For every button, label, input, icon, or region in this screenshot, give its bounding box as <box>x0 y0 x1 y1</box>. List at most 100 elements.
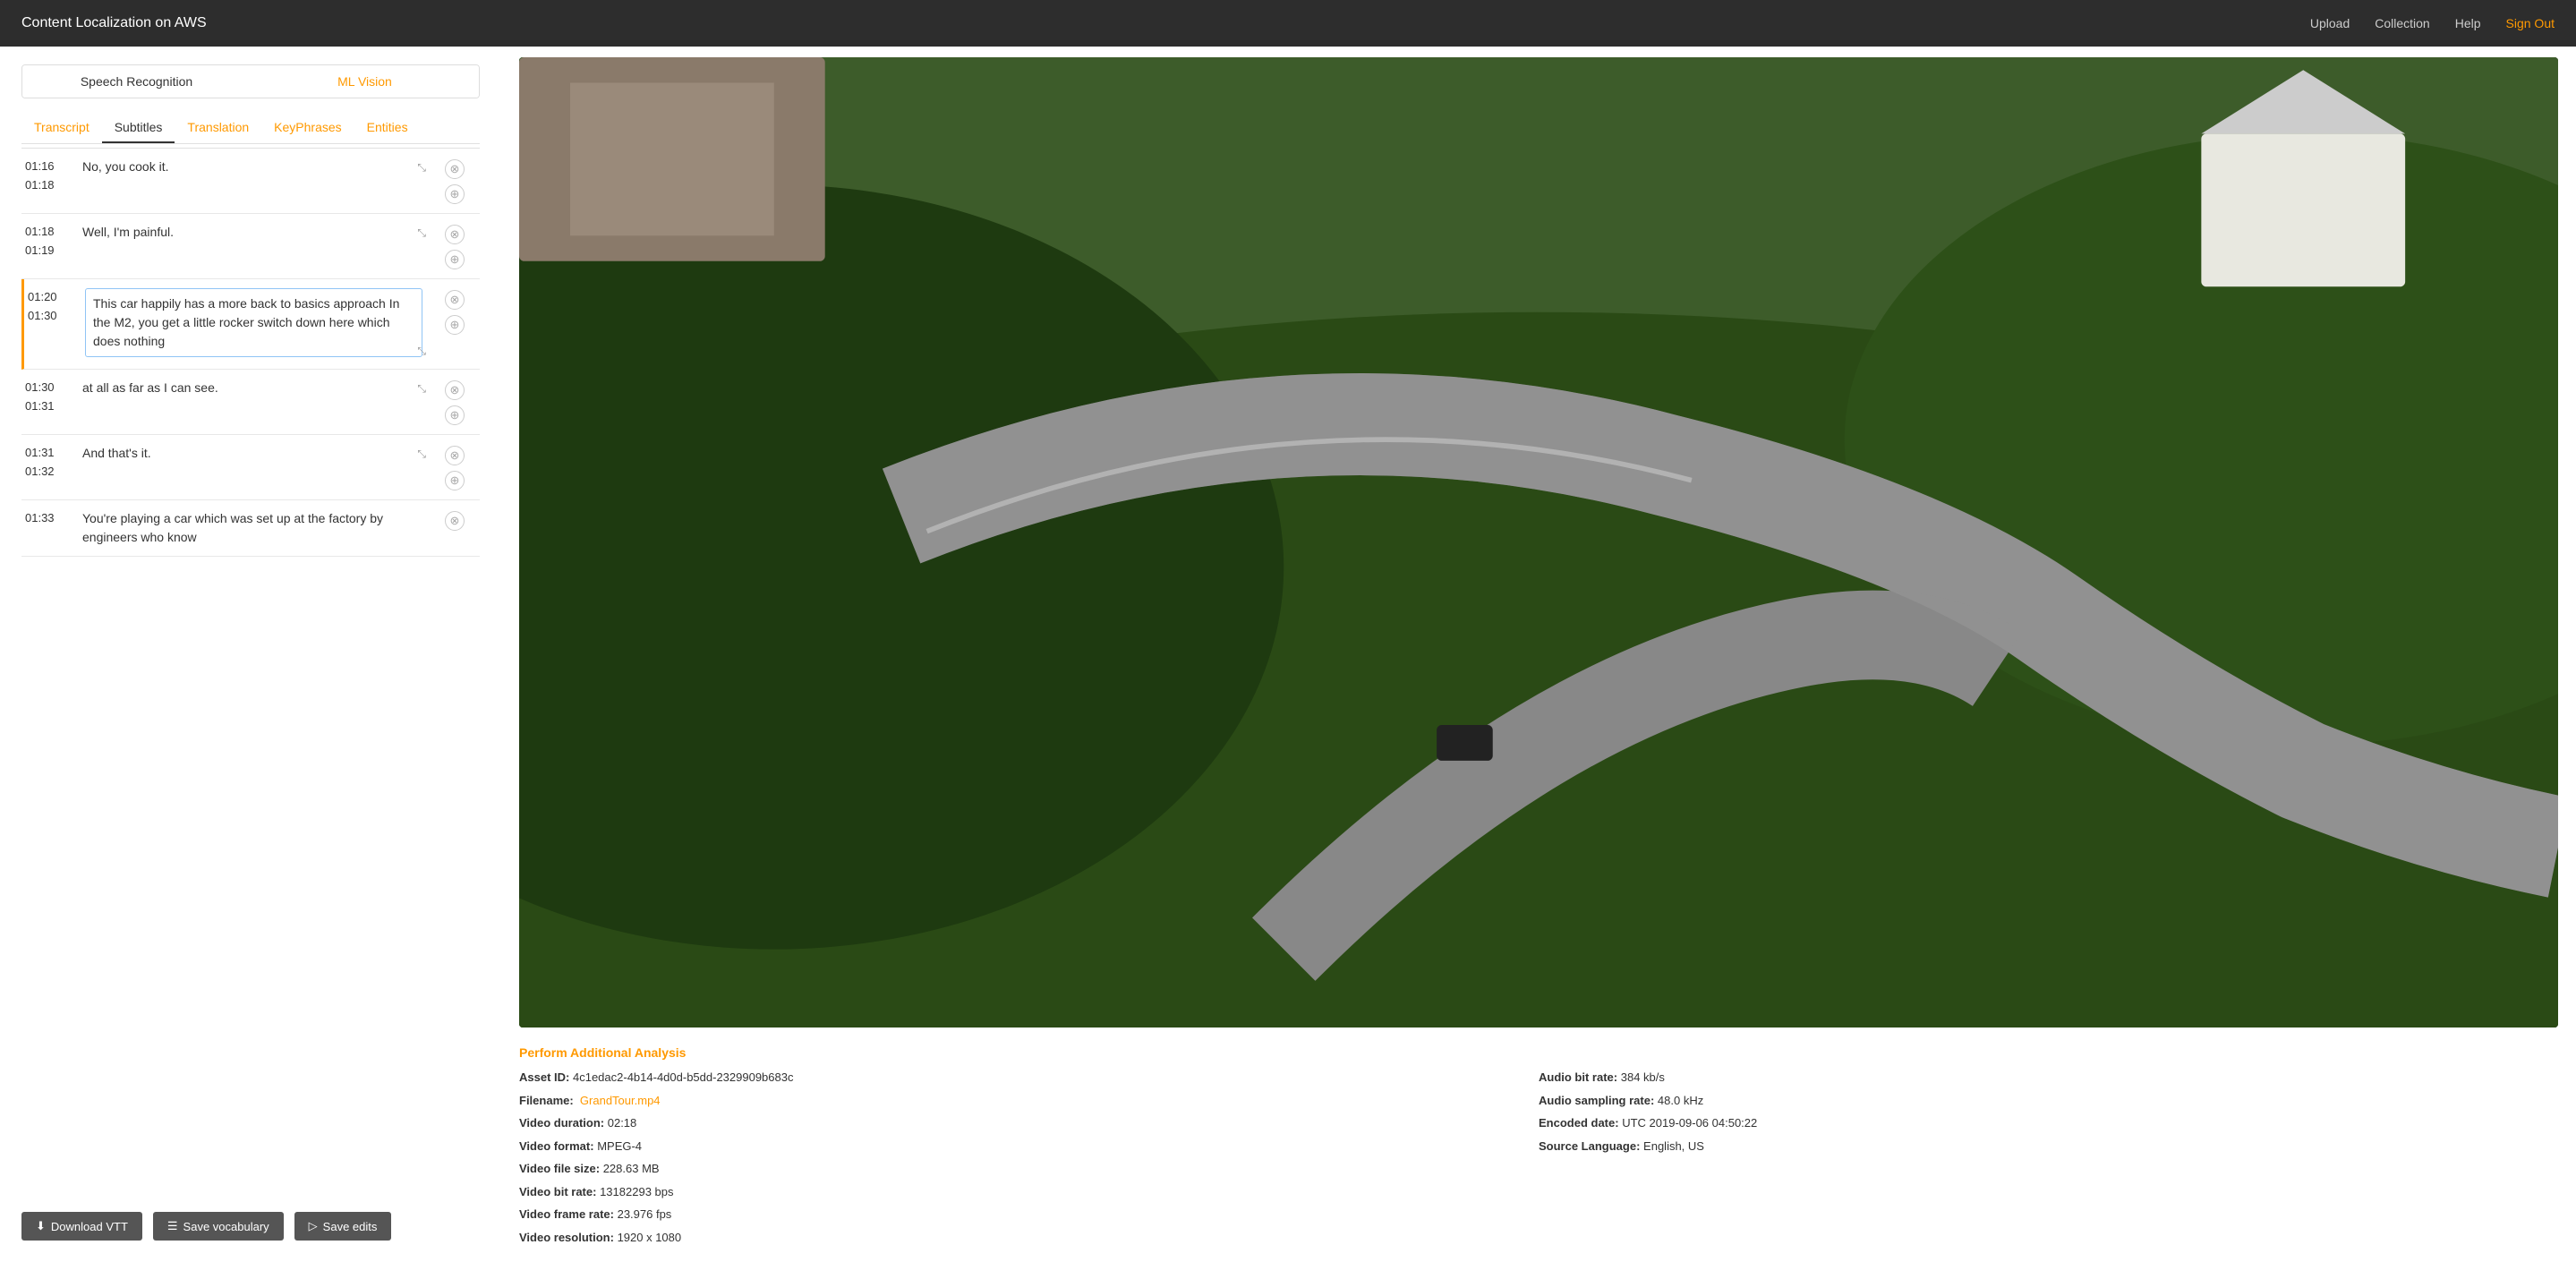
table-row: 01:30 01:31 at all as far as I can see. … <box>21 370 480 435</box>
video-duration-item: Video duration: 02:18 <box>519 1114 1539 1132</box>
tab-transcript[interactable]: Transcript <box>21 113 102 143</box>
subtitle-text-col: And that's it. ⤡ <box>75 444 430 463</box>
save-vocabulary-button[interactable]: ☰ Save vocabulary <box>153 1212 284 1241</box>
video-file-size-item: Video file size: 228.63 MB <box>519 1160 1539 1178</box>
video-container: This car happily has a more back to basi… <box>519 57 2558 1028</box>
audio-sampling-rate-label: Audio sampling rate: <box>1539 1094 1654 1107</box>
table-row: 01:20 01:30 This car happily has a more … <box>21 279 480 370</box>
subtitle-text: You're playing a car which was set up at… <box>82 509 422 547</box>
resize-handle[interactable]: ⤡ <box>417 448 426 461</box>
encoded-date-value: UTC 2019-09-06 04:50:22 <box>1622 1116 1757 1130</box>
subtitle-text: And that's it. <box>82 444 422 463</box>
resize-handle[interactable]: ⤡ <box>417 161 426 175</box>
action-col: ⊗ ⊕ <box>430 444 480 490</box>
action-col: ⊗ ⊕ <box>430 158 480 204</box>
upload-link[interactable]: Upload <box>2310 16 2350 30</box>
remove-icon[interactable]: ⊗ <box>445 380 465 400</box>
video-duration-label: Video duration: <box>519 1116 604 1130</box>
video-frame-rate-label: Video frame rate: <box>519 1207 614 1221</box>
video-bit-rate-value: 13182293 bps <box>600 1185 673 1198</box>
subtitle-text-col: at all as far as I can see. ⤡ <box>75 379 430 397</box>
resize-handle[interactable]: ⤡ <box>417 382 426 396</box>
collection-link[interactable]: Collection <box>2375 16 2429 30</box>
encoded-date-label: Encoded date: <box>1539 1116 1619 1130</box>
remove-icon[interactable]: ⊗ <box>445 225 465 244</box>
asset-id-label: Asset ID: <box>519 1070 569 1084</box>
filename-item: Filename: GrandTour.mp4 <box>519 1092 1539 1110</box>
add-icon[interactable]: ⊕ <box>445 315 465 335</box>
subtitle-text-col: Well, I'm painful. ⤡ <box>75 223 430 242</box>
time-range: 01:31 01:32 <box>21 444 75 482</box>
tab-entities[interactable]: Entities <box>354 113 421 143</box>
remove-icon[interactable]: ⊗ <box>445 511 465 531</box>
tab-speech-recognition[interactable]: Speech Recognition <box>22 65 251 98</box>
action-col: ⊗ ⊕ <box>430 288 480 335</box>
metadata-grid: Asset ID: 4c1edac2-4b14-4d0d-b5dd-232990… <box>519 1069 2558 1251</box>
source-language-item: Source Language: English, US <box>1539 1138 2558 1155</box>
header-nav: Upload Collection Help Sign Out <box>2310 16 2555 30</box>
source-language-label: Source Language: <box>1539 1139 1640 1153</box>
resize-handle[interactable]: ⤡ <box>417 345 426 358</box>
main-layout: Speech Recognition ML Vision Transcript … <box>0 47 2576 1262</box>
add-icon[interactable]: ⊕ <box>445 184 465 204</box>
video-file-size-value: 228.63 MB <box>603 1162 660 1175</box>
action-col: ⊗ <box>430 509 480 531</box>
audio-bit-rate-value: 384 kb/s <box>1621 1070 1665 1084</box>
meta-right: Audio bit rate: 384 kb/s Audio sampling … <box>1539 1069 2558 1251</box>
video-format-item: Video format: MPEG-4 <box>519 1138 1539 1155</box>
add-icon[interactable]: ⊕ <box>445 405 465 425</box>
add-icon[interactable]: ⊕ <box>445 471 465 490</box>
subtitle-text: at all as far as I can see. <box>82 379 422 397</box>
video-bit-rate-item: Video bit rate: 13182293 bps <box>519 1183 1539 1201</box>
video-resolution-item: Video resolution: 1920 x 1080 <box>519 1229 1539 1247</box>
save-edits-button[interactable]: ▷ Save edits <box>294 1212 392 1241</box>
subtitle-text-col: This car happily has a more back to basi… <box>78 288 430 360</box>
filename-link[interactable]: GrandTour.mp4 <box>580 1094 661 1107</box>
sub-tabs: Transcript Subtitles Translation KeyPhra… <box>21 113 480 144</box>
subtitle-list: 01:16 01:18 No, you cook it. ⤡ ⊗ ⊕ 01:18… <box>21 148 480 1198</box>
audio-bit-rate-label: Audio bit rate: <box>1539 1070 1617 1084</box>
action-col: ⊗ ⊕ <box>430 379 480 425</box>
video-frame-rate-item: Video frame rate: 23.976 fps <box>519 1206 1539 1224</box>
top-tabs: Speech Recognition ML Vision <box>21 64 480 98</box>
resize-handle[interactable]: ⤡ <box>417 226 426 240</box>
subtitle-text: Well, I'm painful. <box>82 223 422 242</box>
time-range: 01:16 01:18 <box>21 158 75 195</box>
right-panel: This car happily has a more back to basi… <box>501 47 2576 1262</box>
perform-analysis-link[interactable]: Perform Additional Analysis <box>519 1045 2558 1060</box>
remove-icon[interactable]: ⊗ <box>445 159 465 179</box>
time-range: 01:33 <box>21 509 75 528</box>
subtitle-textarea[interactable]: This car happily has a more back to basi… <box>85 288 422 357</box>
time-range: 01:30 01:31 <box>21 379 75 416</box>
tab-translation[interactable]: Translation <box>175 113 261 143</box>
time-range: 01:20 01:30 <box>24 288 78 326</box>
filename-label: Filename: <box>519 1094 574 1107</box>
app-title: Content Localization on AWS <box>21 15 207 31</box>
asset-id-item: Asset ID: 4c1edac2-4b14-4d0d-b5dd-232990… <box>519 1069 1539 1087</box>
header: Content Localization on AWS Upload Colle… <box>0 0 2576 47</box>
video-bit-rate-label: Video bit rate: <box>519 1185 596 1198</box>
video-resolution-value: 1920 x 1080 <box>618 1231 682 1244</box>
download-vtt-button[interactable]: ⬇ Download VTT <box>21 1212 142 1241</box>
subtitle-text-col: You're playing a car which was set up at… <box>75 509 430 547</box>
remove-icon[interactable]: ⊗ <box>445 290 465 310</box>
tab-ml-vision[interactable]: ML Vision <box>251 65 479 98</box>
audio-sampling-rate-item: Audio sampling rate: 48.0 kHz <box>1539 1092 2558 1110</box>
left-panel: Speech Recognition ML Vision Transcript … <box>0 47 501 1262</box>
vocabulary-icon: ☰ <box>167 1219 178 1233</box>
subtitle-text: No, you cook it. <box>82 158 422 176</box>
video-format-label: Video format: <box>519 1139 594 1153</box>
table-row: 01:33 You're playing a car which was set… <box>21 500 480 557</box>
download-icon: ⬇ <box>36 1219 46 1233</box>
subtitle-text-col: No, you cook it. ⤡ <box>75 158 430 176</box>
time-range: 01:18 01:19 <box>21 223 75 260</box>
tab-subtitles[interactable]: Subtitles <box>102 113 175 143</box>
help-link[interactable]: Help <box>2455 16 2481 30</box>
sign-out-link[interactable]: Sign Out <box>2506 16 2555 30</box>
action-col: ⊗ ⊕ <box>430 223 480 269</box>
remove-icon[interactable]: ⊗ <box>445 446 465 465</box>
tab-keyphrases[interactable]: KeyPhrases <box>261 113 354 143</box>
table-row: 01:31 01:32 And that's it. ⤡ ⊗ ⊕ <box>21 435 480 500</box>
video-format-value: MPEG-4 <box>597 1139 642 1153</box>
add-icon[interactable]: ⊕ <box>445 250 465 269</box>
